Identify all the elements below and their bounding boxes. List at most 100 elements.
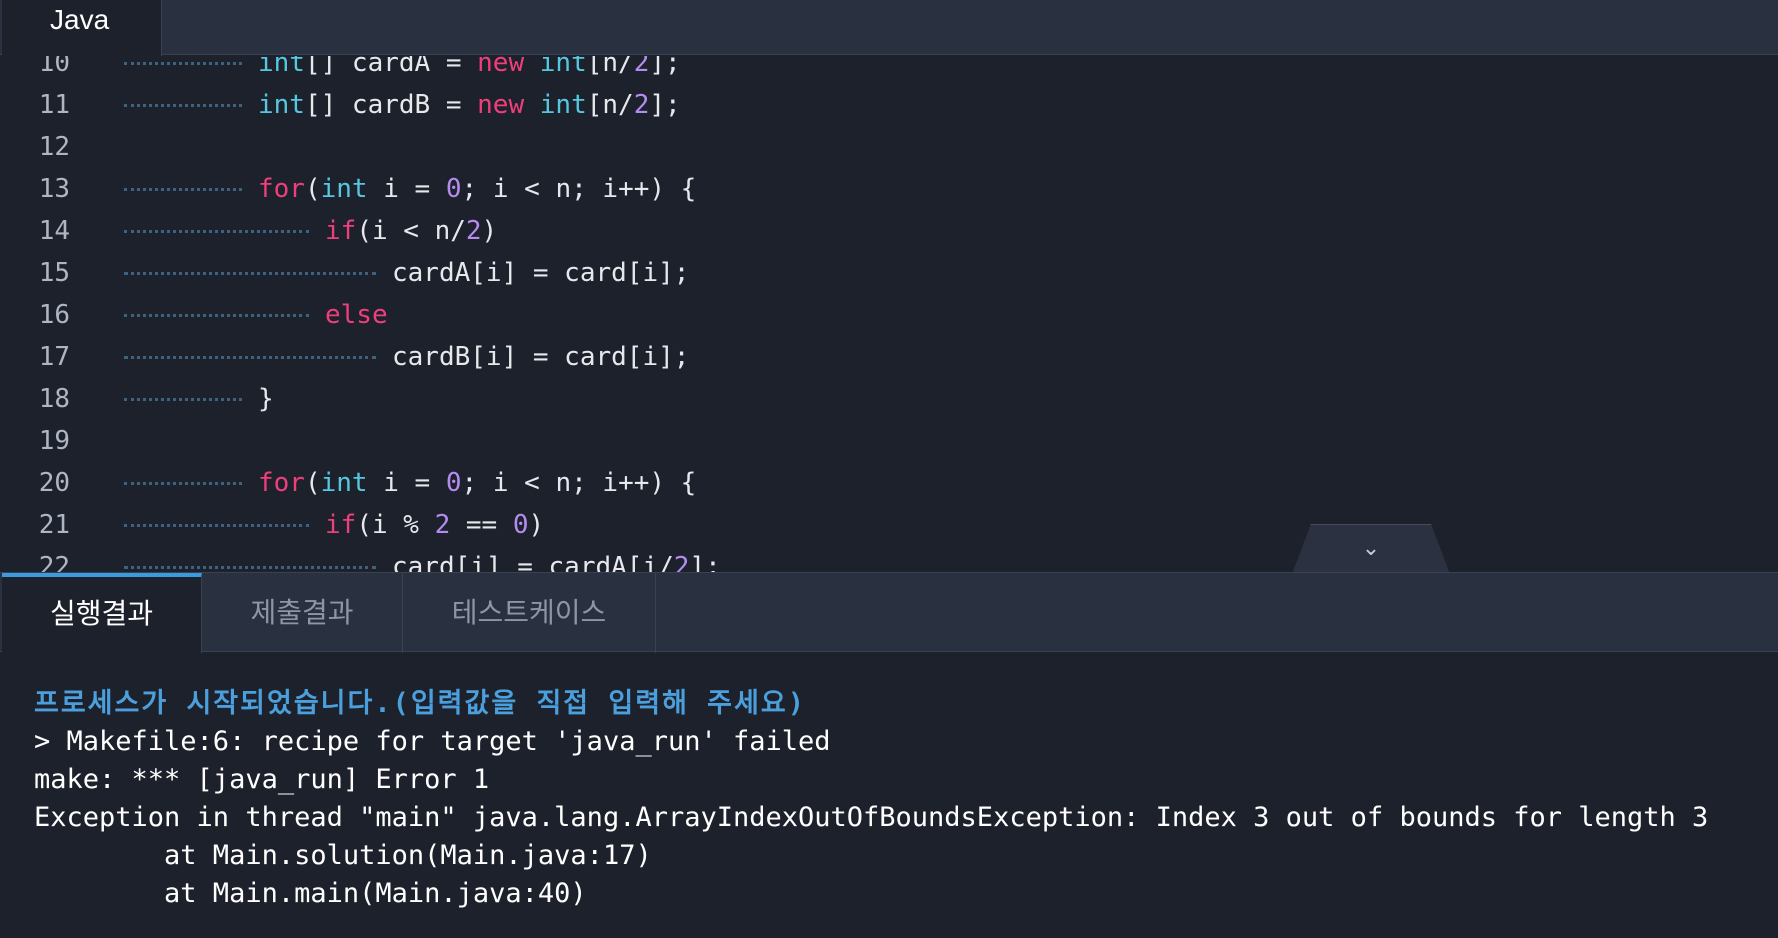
indent-guide: [124, 482, 242, 485]
chevron-down-icon: ⌄: [1361, 535, 1381, 560]
code-text: else: [325, 294, 388, 336]
code-line[interactable]: 22 card[i] = cardA[i/2];: [0, 546, 1778, 572]
code-token: int: [539, 56, 587, 78]
indent-guide: [124, 230, 309, 233]
code-token: 0: [512, 510, 529, 540]
code-token: i =: [367, 468, 446, 498]
code-text: cardA[i] = card[i];: [392, 252, 689, 294]
console-line: > Makefile:6: recipe for target 'java_ru…: [34, 726, 831, 757]
code-token: new: [477, 90, 525, 120]
code-token: int: [539, 90, 587, 120]
code-token: 2: [465, 216, 482, 246]
line-number: 19: [38, 426, 70, 456]
code-token: ): [481, 216, 498, 246]
code-token: ];: [649, 56, 681, 78]
line-number: 14: [38, 216, 70, 246]
line-number: 17: [38, 342, 70, 372]
indent-guide: [124, 62, 242, 65]
tab-test-cases[interactable]: 테스트케이스: [403, 573, 656, 653]
code-line[interactable]: 12: [0, 126, 1778, 168]
code-token: ];: [649, 90, 681, 120]
code-token: if: [325, 510, 357, 540]
code-line[interactable]: 16 else: [0, 294, 1778, 336]
code-token: else: [325, 300, 388, 330]
code-line[interactable]: 21 if(i % 2 == 0): [0, 504, 1778, 546]
line-number: 20: [38, 468, 70, 498]
code-text: for(int i = 0; i < n; i++) {: [258, 168, 696, 210]
code-token: (i %: [356, 510, 435, 540]
code-token: for: [258, 174, 305, 204]
code-editor[interactable]: 10 int[] cardA = new int[n/2]; 11 int[] car…: [0, 56, 1778, 572]
code-token: 0: [445, 174, 462, 204]
code-line[interactable]: 14 if(i < n/2): [0, 210, 1778, 252]
result-tab-bar: 실행결과 제출결과 테스트케이스: [0, 572, 1778, 654]
code-text: int[] cardB = new int[n/2];: [258, 84, 681, 126]
code-token: }: [258, 384, 274, 414]
console-line: at Main.main(Main.java:40): [34, 878, 587, 909]
console-info-line: 프로세스가 시작되었습니다.(입력값을 직접 입력해 주세요): [34, 688, 806, 719]
collapse-panel-button[interactable]: ⌄: [1292, 524, 1450, 574]
code-token: (: [304, 468, 321, 498]
code-text: cardB[i] = card[i];: [392, 336, 689, 378]
line-number: 16: [38, 300, 70, 330]
line-number: 21: [38, 510, 70, 540]
console-output[interactable]: 프로세스가 시작되었습니다.(입력값을 직접 입력해 주세요) > Makefi…: [0, 653, 1778, 938]
code-line[interactable]: 10 int[] cardA = new int[n/2];: [0, 56, 1778, 84]
code-line[interactable]: 11 int[] cardB = new int[n/2];: [0, 84, 1778, 126]
console-line: Exception in thread "main" java.lang.Arr…: [34, 802, 1709, 833]
code-line[interactable]: 18}: [0, 378, 1778, 420]
code-text: if(i % 2 == 0): [325, 504, 544, 546]
code-token: int: [320, 174, 368, 204]
code-token: (i < n/: [356, 216, 466, 246]
code-text: }: [258, 378, 274, 420]
code-token: [] cardA =: [304, 56, 478, 78]
line-number: 15: [38, 258, 70, 288]
indent-guide: [124, 104, 242, 107]
code-token: 2: [434, 510, 451, 540]
language-tab[interactable]: Java: [2, 0, 162, 56]
code-token: ];: [689, 552, 721, 572]
line-number: 13: [38, 174, 70, 204]
line-number: 12: [38, 132, 70, 162]
code-line[interactable]: 19: [0, 420, 1778, 462]
code-token: [n/: [586, 56, 634, 78]
code-text: for(int i = 0; i < n; i++) {: [258, 462, 696, 504]
tab-submit-result[interactable]: 제출결과: [202, 573, 403, 653]
code-token: 0: [445, 468, 462, 498]
indent-guide: [124, 356, 376, 359]
code-line[interactable]: 13 for(int i = 0; i < n; i++) {: [0, 168, 1778, 210]
line-number: 10: [38, 56, 70, 78]
code-token: int: [258, 90, 305, 120]
code-token: new: [477, 56, 525, 78]
code-token: cardA[i] = card[i];: [392, 258, 690, 288]
console-line: make: *** [java_run] Error 1: [34, 764, 490, 795]
code-token: 2: [633, 56, 650, 78]
code-text: card[i] = cardA[i/2];: [392, 546, 721, 572]
code-token: 2: [633, 90, 650, 120]
code-token: int: [320, 468, 368, 498]
code-token: [] cardB =: [304, 90, 478, 120]
code-line[interactable]: 20 for(int i = 0; i < n; i++) {: [0, 462, 1778, 504]
code-text: if(i < n/2): [325, 210, 497, 252]
code-token: ): [528, 510, 545, 540]
line-number: 22: [38, 552, 70, 572]
console-line: at Main.solution(Main.java:17): [34, 840, 652, 871]
code-token: card[i] = cardA[i/: [392, 552, 674, 572]
code-token: ; i < n; i++) {: [461, 468, 697, 498]
code-token: cardB[i] = card[i];: [392, 342, 690, 372]
code-line[interactable]: 17 cardB[i] = card[i];: [0, 336, 1778, 378]
code-line[interactable]: 15 cardA[i] = card[i];: [0, 252, 1778, 294]
code-text: int[] cardA = new int[n/2];: [258, 56, 681, 84]
code-token: ==: [450, 510, 513, 540]
indent-guide: [124, 566, 376, 569]
code-token: int: [258, 56, 305, 78]
indent-guide: [124, 398, 242, 401]
line-number: 18: [38, 384, 70, 414]
editor-tab-bar: Java: [0, 0, 1778, 56]
tab-run-result[interactable]: 실행결과: [2, 573, 202, 654]
indent-guide: [124, 272, 376, 275]
code-token: (: [304, 174, 321, 204]
code-token: ; i < n; i++) {: [461, 174, 697, 204]
